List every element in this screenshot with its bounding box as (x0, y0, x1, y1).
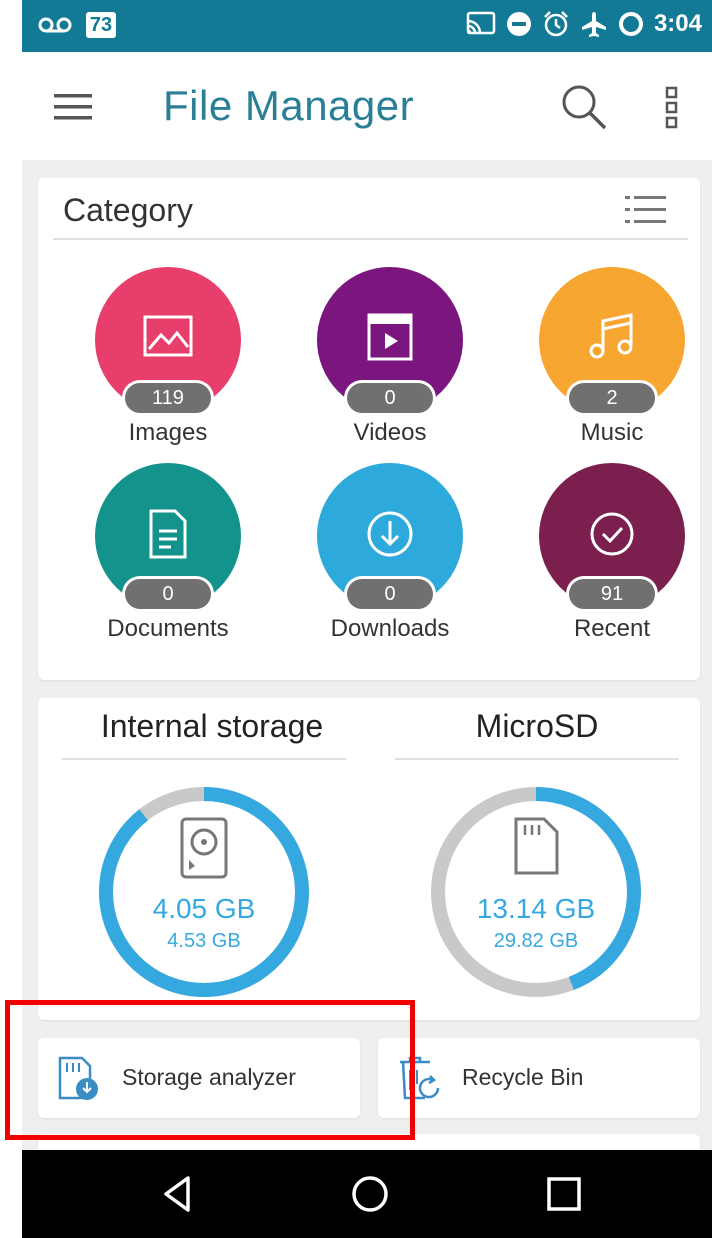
search-icon[interactable] (559, 82, 609, 132)
music-icon (589, 313, 633, 359)
videos-count: 0 (347, 383, 433, 413)
recents-icon[interactable] (544, 1174, 584, 1214)
recent-count: 91 (569, 579, 655, 609)
internal-storage-ring[interactable]: 4.05 GB 4.53 GB (96, 784, 312, 1000)
microsd-used: 13.14 GB (476, 893, 596, 924)
download-icon (367, 511, 413, 557)
microsd-total: 29.82 GB (493, 930, 579, 952)
images-label: Images (128, 419, 208, 446)
downloads-count: 0 (347, 579, 433, 609)
app-bar: File Manager (22, 52, 712, 160)
storage-card: Internal storage MicroSD 4.05 GB 4.53 GB (38, 698, 700, 1020)
cast-icon (466, 11, 496, 35)
microsd-divider (395, 758, 679, 760)
documents-label: Documents (107, 615, 229, 642)
battery-icon (618, 12, 643, 36)
document-icon (149, 509, 187, 559)
check-circle-icon (590, 512, 634, 556)
category-images[interactable]: 119 Images (81, 267, 251, 463)
recent-label: Recent (573, 615, 651, 642)
internal-storage-used: 4.05 GB (152, 893, 256, 924)
voicemail-icon (38, 17, 72, 33)
microsd-ring[interactable]: 13.14 GB 29.82 GB (428, 784, 644, 1000)
menu-icon[interactable] (52, 90, 96, 124)
category-videos[interactable]: 0 Videos (303, 267, 473, 463)
category-recent[interactable]: 91 Recent (525, 463, 695, 659)
music-label: Music (580, 419, 644, 446)
navigation-bar (22, 1150, 712, 1238)
category-card: Category 119 Images 0 Videos 2 Music 0 D… (38, 178, 700, 680)
airplane-mode-icon (581, 12, 606, 37)
images-count: 119 (125, 383, 211, 413)
image-icon (143, 315, 193, 357)
category-downloads[interactable]: 0 Downloads (303, 463, 473, 659)
documents-count: 0 (125, 579, 211, 609)
hard-drive-icon (180, 817, 228, 879)
home-icon[interactable] (350, 1174, 390, 1214)
recycle-bin-label: Recycle Bin (462, 1064, 584, 1090)
video-icon (367, 313, 413, 361)
music-count: 2 (569, 383, 655, 413)
page-title: File Manager (163, 82, 415, 129)
category-music[interactable]: 2 Music (525, 267, 695, 463)
list-view-icon[interactable] (623, 190, 669, 230)
sd-card-icon (514, 817, 559, 875)
category-documents[interactable]: 0 Documents (81, 463, 251, 659)
alarm-icon (544, 11, 568, 37)
back-icon[interactable] (158, 1174, 198, 1214)
status-time: 3:04 (653, 10, 702, 37)
status-bar: 73 3:04 (22, 0, 712, 52)
videos-label: Videos (353, 419, 427, 446)
internal-storage-title: Internal storage (100, 708, 324, 744)
microsd-title: MicroSD (475, 708, 599, 744)
internal-storage-divider (62, 758, 346, 760)
category-divider (53, 238, 688, 240)
recycle-bin-button[interactable]: Recycle Bin (378, 1038, 700, 1118)
downloads-label: Downloads (330, 615, 450, 642)
more-vert-icon[interactable] (660, 86, 684, 130)
notification-badge: 73 (86, 12, 116, 38)
internal-storage-total: 4.53 GB (167, 930, 241, 952)
highlight-box (5, 1000, 415, 1140)
do-not-disturb-icon (506, 12, 531, 36)
category-title: Category (63, 192, 193, 228)
